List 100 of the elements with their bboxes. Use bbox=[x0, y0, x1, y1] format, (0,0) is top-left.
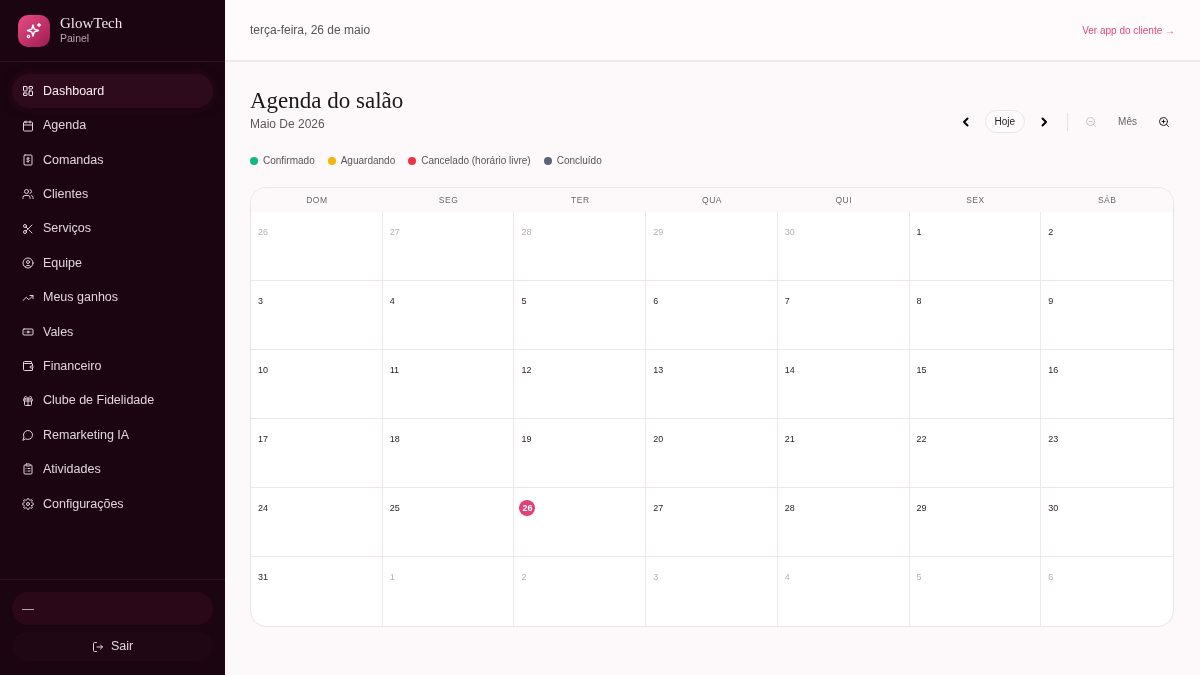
calendar-day-cell[interactable]: 6 bbox=[646, 281, 778, 351]
day-number: 29 bbox=[652, 226, 664, 239]
calendar-day-cell[interactable]: 17 bbox=[251, 419, 383, 489]
day-number: 27 bbox=[388, 226, 400, 239]
calendar-day-cell[interactable]: 18 bbox=[382, 419, 515, 489]
day-number: 3 bbox=[257, 295, 263, 308]
calendar-day-cell[interactable]: 1 bbox=[909, 212, 1042, 282]
weekday-header: SEX bbox=[965, 193, 986, 207]
sparkle-logo-icon bbox=[18, 14, 50, 47]
user-name: — bbox=[12, 592, 213, 625]
calendar-day-cell[interactable]: 11 bbox=[382, 350, 515, 420]
current-date: terça-feira, 26 de maio bbox=[250, 22, 371, 39]
day-number: 4 bbox=[783, 571, 790, 584]
weekday-header: TER bbox=[570, 193, 591, 207]
scissors-icon bbox=[22, 222, 34, 235]
sidebar-item[interactable]: Configurações bbox=[12, 486, 213, 522]
calendar-day-cell[interactable]: 15 bbox=[909, 350, 1042, 420]
calendar-day-cell[interactable]: 5 bbox=[514, 281, 647, 351]
day-number: 9 bbox=[1047, 295, 1054, 308]
day-number: 3 bbox=[652, 571, 659, 584]
sidebar-item[interactable]: Serviços bbox=[12, 211, 213, 246]
legend-label: Aguardando bbox=[340, 154, 396, 169]
weekday-header: SEG bbox=[437, 193, 460, 207]
logout-button[interactable]: Sair bbox=[12, 632, 213, 661]
sidebar-item[interactable]: Dashboard bbox=[12, 74, 213, 109]
sidebar-item[interactable]: Equipe bbox=[12, 245, 213, 281]
calendar-day-cell[interactable]: 14 bbox=[777, 350, 910, 420]
sidebar-item[interactable]: Clube de Fidelidade bbox=[12, 383, 213, 418]
sidebar-item[interactable]: Vales bbox=[12, 314, 213, 350]
calendar-day-cell[interactable]: 30 bbox=[1041, 488, 1173, 558]
sidebar-item[interactable]: Financeiro bbox=[12, 349, 213, 384]
day-number: 11 bbox=[388, 364, 400, 377]
calendar-day-cell[interactable]: 7 bbox=[777, 281, 910, 351]
day-number: 28 bbox=[520, 226, 532, 239]
calendar-day-cell[interactable]: 20 bbox=[646, 419, 778, 489]
banknote-icon bbox=[22, 325, 34, 338]
day-number: 4 bbox=[388, 295, 395, 308]
calendar-day-cell[interactable]: 4 bbox=[382, 281, 515, 351]
calendar-day-cell[interactable]: 31 bbox=[251, 557, 383, 627]
calendar-day-cell[interactable]: 12 bbox=[514, 350, 647, 420]
sidebar-item[interactable]: Remarketing IA bbox=[12, 417, 213, 453]
calendar-day-cell[interactable]: 29 bbox=[909, 488, 1042, 558]
day-number: 13 bbox=[652, 364, 664, 377]
calendar-day-cell[interactable]: 13 bbox=[646, 350, 778, 420]
calendar-day-cell[interactable]: 9 bbox=[1041, 281, 1173, 351]
day-number: 6 bbox=[1047, 571, 1054, 584]
calendar-day-cell[interactable]: 2 bbox=[1041, 212, 1173, 282]
day-number: 18 bbox=[388, 433, 400, 446]
month-subtitle: Maio De 2026 bbox=[250, 116, 326, 134]
sidebar-item[interactable]: Comandas bbox=[12, 142, 213, 178]
brand-subtitle: Painel bbox=[60, 31, 91, 46]
day-number: 31 bbox=[257, 571, 268, 584]
day-number: 29 bbox=[915, 502, 927, 515]
calendar-day-cell[interactable]: 10 bbox=[251, 350, 383, 420]
sidebar-item[interactable]: Meus ganhos bbox=[12, 280, 213, 315]
day-number: 2 bbox=[1047, 226, 1054, 239]
day-number: 6 bbox=[652, 295, 659, 308]
sidebar-item[interactable]: Agenda bbox=[12, 108, 213, 143]
sidebar-item[interactable]: Atividades bbox=[12, 452, 213, 487]
day-number: 16 bbox=[1047, 364, 1059, 377]
chevron-right-icon bbox=[1040, 116, 1049, 127]
day-number: 27 bbox=[652, 502, 664, 515]
weekday-header: DOM bbox=[305, 193, 329, 207]
calendar-day-cell[interactable]: 22 bbox=[909, 419, 1042, 489]
receipt-icon bbox=[22, 153, 34, 166]
calendar-day-cell[interactable]: 28 bbox=[777, 488, 910, 558]
today-button[interactable]: Hoje bbox=[984, 110, 1026, 134]
calendar-day-cell[interactable]: 27 bbox=[646, 488, 778, 558]
calendar-day-cell[interactable]: 24 bbox=[251, 488, 383, 558]
zoom-out-icon bbox=[1085, 115, 1098, 128]
calendar-icon bbox=[22, 119, 34, 132]
client-app-link[interactable]: Ver app do cliente → bbox=[1082, 22, 1175, 38]
legend-label: Confirmado bbox=[263, 154, 315, 169]
calendar-day-cell[interactable]: 19 bbox=[514, 419, 647, 489]
day-number: 19 bbox=[520, 433, 532, 446]
sidebar-item[interactable]: Clientes bbox=[12, 177, 213, 212]
calendar-day-cell[interactable]: 26 bbox=[514, 488, 647, 558]
day-number: 20 bbox=[652, 433, 664, 446]
brand-name: GlowTech bbox=[60, 15, 123, 32]
zoom-in-icon bbox=[1158, 115, 1170, 128]
settings-icon bbox=[22, 497, 34, 510]
day-number: 15 bbox=[915, 364, 927, 377]
gift-icon bbox=[22, 394, 34, 407]
day-number: 7 bbox=[783, 295, 790, 308]
calendar-day-cell[interactable]: 16 bbox=[1041, 350, 1173, 420]
view-mode-button[interactable]: Mês bbox=[1114, 114, 1141, 130]
chat-bubble-icon bbox=[22, 429, 34, 442]
day-number: 5 bbox=[915, 571, 922, 584]
weekday-header: SÁB bbox=[1096, 193, 1118, 207]
calendar-day-cell[interactable]: 23 bbox=[1041, 419, 1173, 489]
grid-icon bbox=[22, 85, 34, 98]
calendar-day-cell[interactable]: 25 bbox=[382, 488, 515, 558]
calendar-day-cell[interactable]: 3 bbox=[251, 281, 383, 351]
weekday-header: QUA bbox=[701, 193, 723, 207]
calendar-day-cell[interactable]: 8 bbox=[909, 281, 1042, 351]
day-number: 5 bbox=[520, 295, 527, 308]
day-number: 2 bbox=[520, 571, 527, 584]
weekday-header: QUI bbox=[834, 193, 853, 207]
day-number: 14 bbox=[783, 364, 795, 377]
calendar-day-cell[interactable]: 21 bbox=[777, 419, 910, 489]
